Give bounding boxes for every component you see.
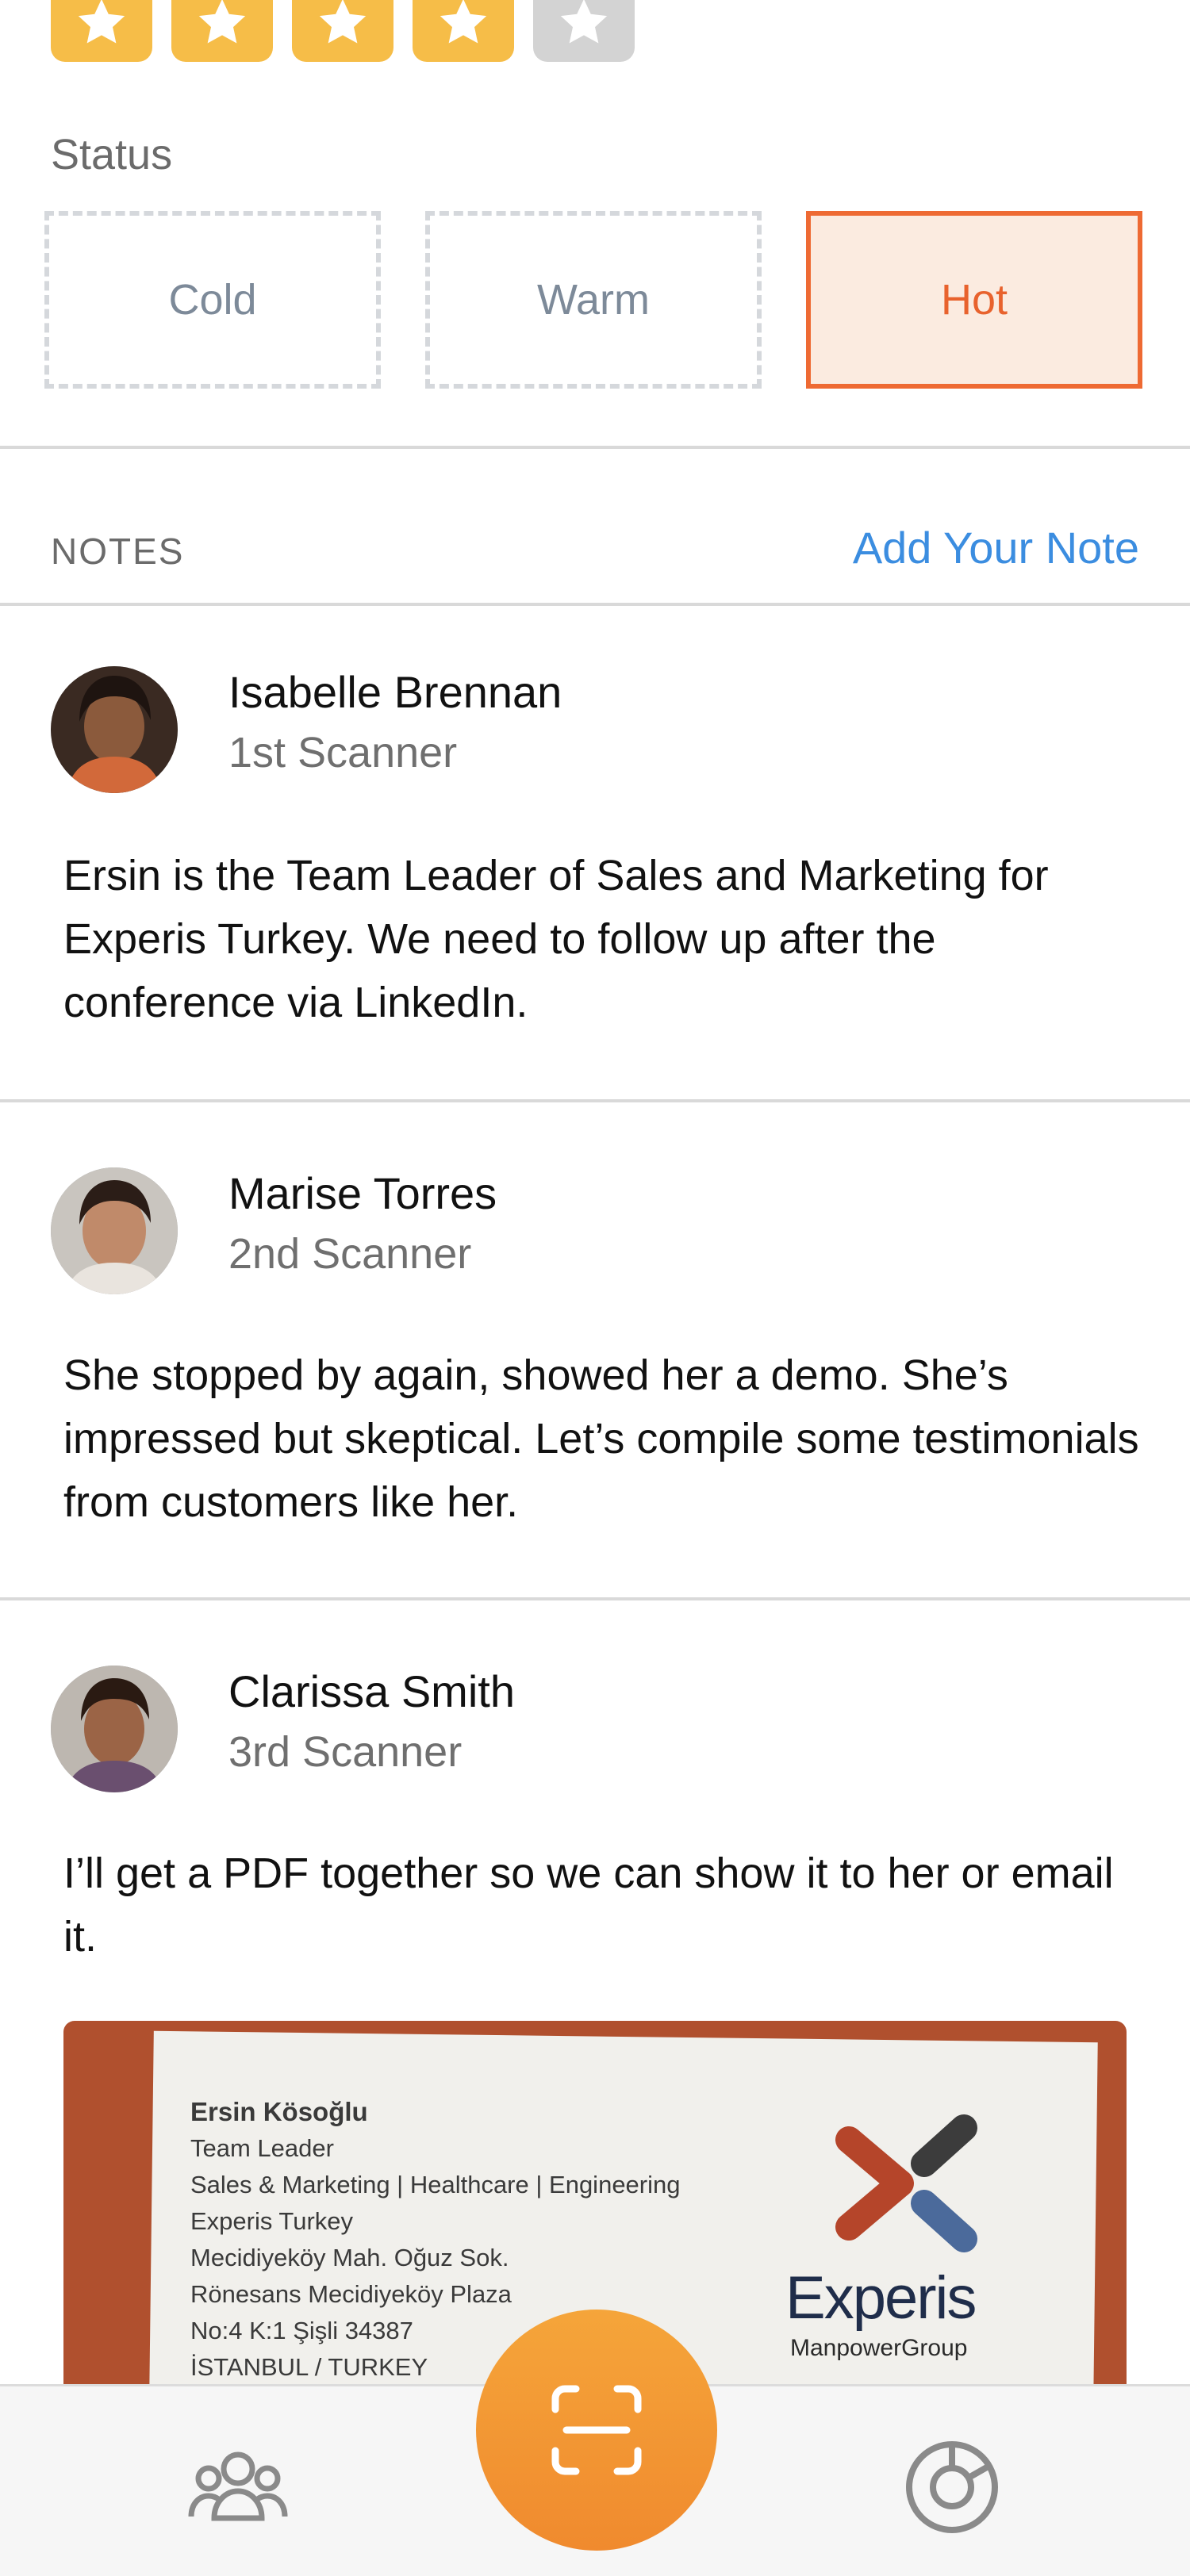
status-selector: Cold Warm Hot [44,211,1146,389]
status-label: Status [51,131,173,178]
avatar [51,1666,178,1792]
status-warm-button[interactable]: Warm [425,211,762,389]
card-line: Mecidiyeköy Mah. Oğuz Sok. [190,2244,509,2271]
avatar [51,666,178,793]
star-1[interactable] [51,0,152,62]
scan-button[interactable] [476,2310,717,2551]
notes-header: NOTES Add Your Note [0,508,1190,603]
scan-icon [551,2385,642,2475]
star-icon [319,0,367,44]
star-5[interactable] [533,0,635,62]
card-line: Ersin Kösoğlu [190,2097,368,2126]
note-text: She stopped by again, showed her a demo.… [63,1351,1139,1526]
note-author-name: Clarissa Smith [228,1666,515,1716]
note-item: Marise Torres 2nd Scanner She stopped by… [0,1102,1190,1596]
pie-chart-icon [906,2441,998,2533]
section-divider [0,446,1190,449]
note-item: Clarissa Smith 3rd Scanner I’ll get a PD… [0,1600,1190,2013]
card-line: Team Leader [190,2134,334,2162]
star-4[interactable] [413,0,514,62]
status-cold-button[interactable]: Cold [44,211,381,389]
note-item: Isabelle Brennan 1st Scanner Ersin is th… [0,606,1190,1101]
note-text: Ersin is the Team Leader of Sales and Ma… [63,852,1049,1026]
card-line: Rönesans Mecidiyeköy Plaza [190,2280,512,2308]
people-icon [188,2451,288,2521]
card-brand: Experis [785,2264,977,2332]
note-text: I’ll get a PDF together so we can show i… [63,1850,1114,1961]
note-author-role: 2nd Scanner [228,1230,472,1278]
star-icon [198,0,246,44]
analytics-tab[interactable] [896,2429,1008,2540]
note-author-name: Isabelle Brennan [228,667,562,717]
business-card-text: Ersin Kösoğlu Team Leader Sales & Market… [190,2094,793,2386]
star-icon [440,0,487,44]
notes-title: NOTES [51,531,185,572]
note-author-name: Marise Torres [228,1168,497,1218]
star-icon [78,0,125,44]
star-2[interactable] [171,0,273,62]
note-author-role: 3rd Scanner [228,1728,463,1776]
rating-stars [51,0,635,62]
note-author-role: 1st Scanner [228,729,458,776]
star-3[interactable] [292,0,393,62]
add-note-link[interactable]: Add Your Note [853,522,1139,573]
experis-logo-icon [835,2114,977,2252]
card-line: Experis Turkey [190,2207,354,2235]
contacts-tab[interactable] [182,2429,294,2540]
card-line: No:4 K:1 Şişli 34387 [190,2317,413,2344]
card-line: Sales & Marketing | Healthcare | Enginee… [190,2171,681,2198]
avatar [51,1167,178,1294]
card-brand-sub: ManpowerGroup [790,2335,968,2361]
star-icon [560,0,608,44]
status-hot-button[interactable]: Hot [806,211,1142,389]
